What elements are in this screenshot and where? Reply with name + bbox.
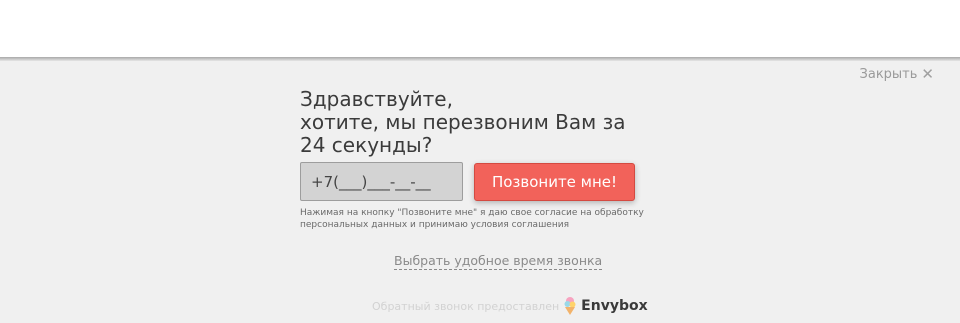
close-button[interactable]: Закрыть ✕ xyxy=(859,65,934,83)
close-label: Закрыть xyxy=(859,67,918,82)
widget-headline: Здравствуйте, хотите, мы перезвоним Вам … xyxy=(300,88,630,157)
widget-footer: Обратный звонок предоставлен Envybox xyxy=(372,296,648,316)
page-top-area xyxy=(0,0,960,58)
envybox-logo-icon xyxy=(563,296,577,316)
footer-text: Обратный звонок предоставлен xyxy=(372,299,560,313)
close-icon: ✕ xyxy=(921,65,934,83)
envybox-brand[interactable]: Envybox xyxy=(563,296,648,316)
pick-time-link[interactable]: Выбрать удобное время звонка xyxy=(394,253,603,270)
consent-line-1: Нажимая на кнопку "Позвоните мне" я даю … xyxy=(300,208,644,218)
headline-line-1: Здравствуйте, xyxy=(300,87,453,111)
callback-widget-panel: Закрыть ✕ Здравствуйте, хотите, мы перез… xyxy=(0,61,960,323)
call-me-button[interactable]: Позвоните мне! xyxy=(474,163,635,201)
phone-input[interactable] xyxy=(300,162,463,201)
headline-line-2: хотите, мы перезвоним Вам за xyxy=(300,110,626,134)
consent-text: Нажимая на кнопку "Позвоните мне" я даю … xyxy=(300,207,665,231)
consent-line-2: персональных данных и принимаю условия с… xyxy=(300,220,569,230)
headline-line-3: 24 секунды? xyxy=(300,133,433,157)
brand-name: Envybox xyxy=(581,298,648,314)
